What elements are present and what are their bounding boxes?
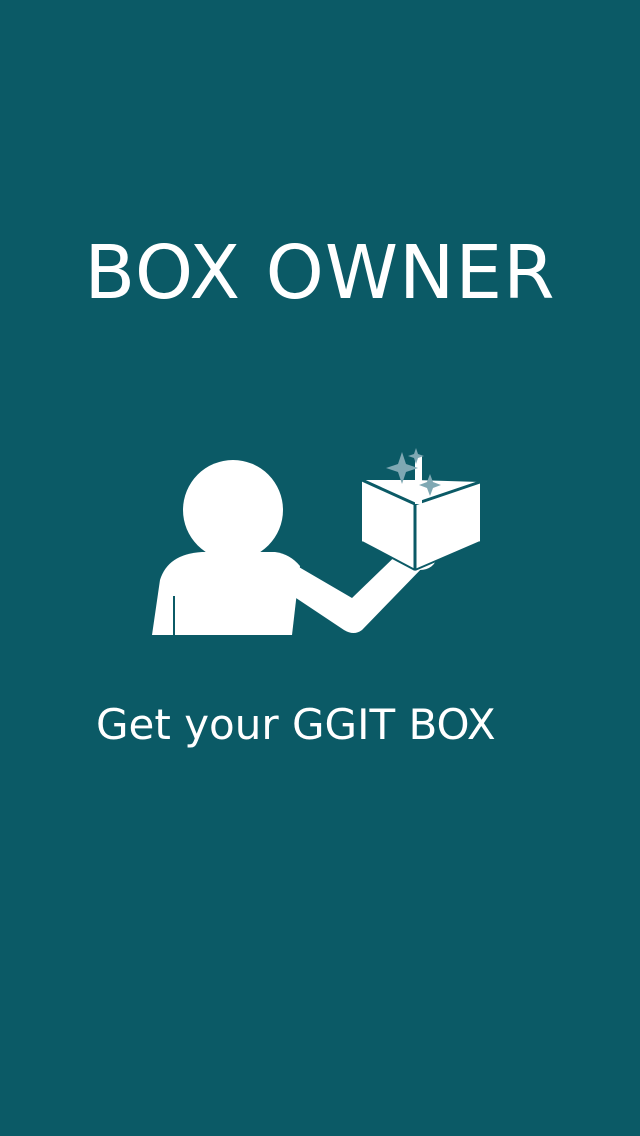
page-title: BOX OWNER	[84, 230, 556, 316]
person-holding-box-icon	[140, 430, 500, 650]
box-owner-screen: BOX OWNER Get your GGIT BOX	[0, 0, 640, 1136]
subtitle-text: Get your GGIT BOX	[96, 700, 496, 749]
